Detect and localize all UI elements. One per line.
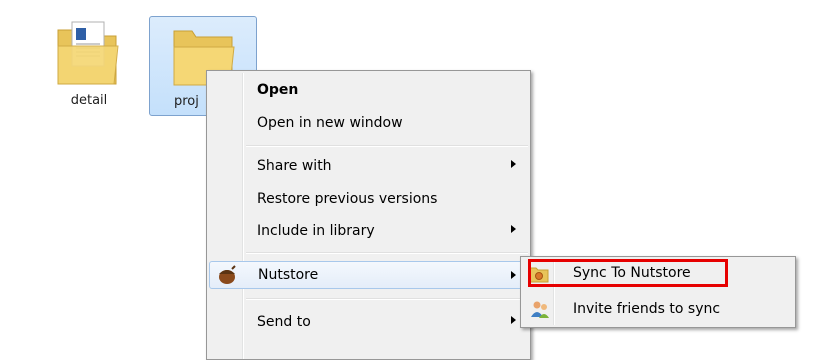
menu-item-label: Restore previous versions	[257, 191, 438, 207]
nutstore-submenu: Sync To Nutstore Invite friends to sync	[520, 256, 796, 328]
menu-item-label: Open	[257, 82, 299, 98]
menu-separator	[246, 298, 528, 300]
menu-item-label: Nutstore	[258, 267, 319, 283]
users-icon	[531, 301, 549, 318]
menu-item-label: Invite friends to sync	[573, 301, 721, 317]
submenu-arrow-icon	[511, 160, 516, 168]
menu-separator	[246, 145, 528, 147]
menu-item-share-with[interactable]: Share with	[209, 155, 528, 179]
folder-with-document-icon	[57, 21, 119, 85]
menu-item-restore-previous-versions[interactable]: Restore previous versions	[209, 188, 528, 212]
menu-item-nutstore[interactable]: Nutstore	[209, 261, 528, 289]
emphasis-highlight-box	[528, 259, 728, 287]
file-label: proj	[174, 94, 199, 109]
menu-separator	[246, 252, 528, 254]
submenu-arrow-icon	[511, 225, 516, 233]
menu-item-label: Send to	[257, 314, 311, 330]
menu-item-send-to[interactable]: Send to	[209, 311, 528, 335]
menu-item-label: Share with	[257, 158, 332, 174]
context-menu: Open Open in new window Share with Resto…	[206, 70, 531, 360]
menu-item-label: Open in new window	[257, 115, 403, 131]
file-label: detail	[70, 93, 108, 108]
menu-item-include-in-library[interactable]: Include in library	[209, 220, 528, 244]
submenu-arrow-icon	[511, 316, 516, 324]
submenu-arrow-icon	[511, 271, 516, 279]
menu-item-open[interactable]: Open	[209, 79, 528, 103]
menu-item-label: Include in library	[257, 223, 375, 239]
menu-item-open-new-window[interactable]: Open in new window	[209, 112, 528, 136]
acorn-icon	[219, 265, 236, 284]
menu-item-invite-friends[interactable]: Invite friends to sync	[523, 297, 793, 323]
